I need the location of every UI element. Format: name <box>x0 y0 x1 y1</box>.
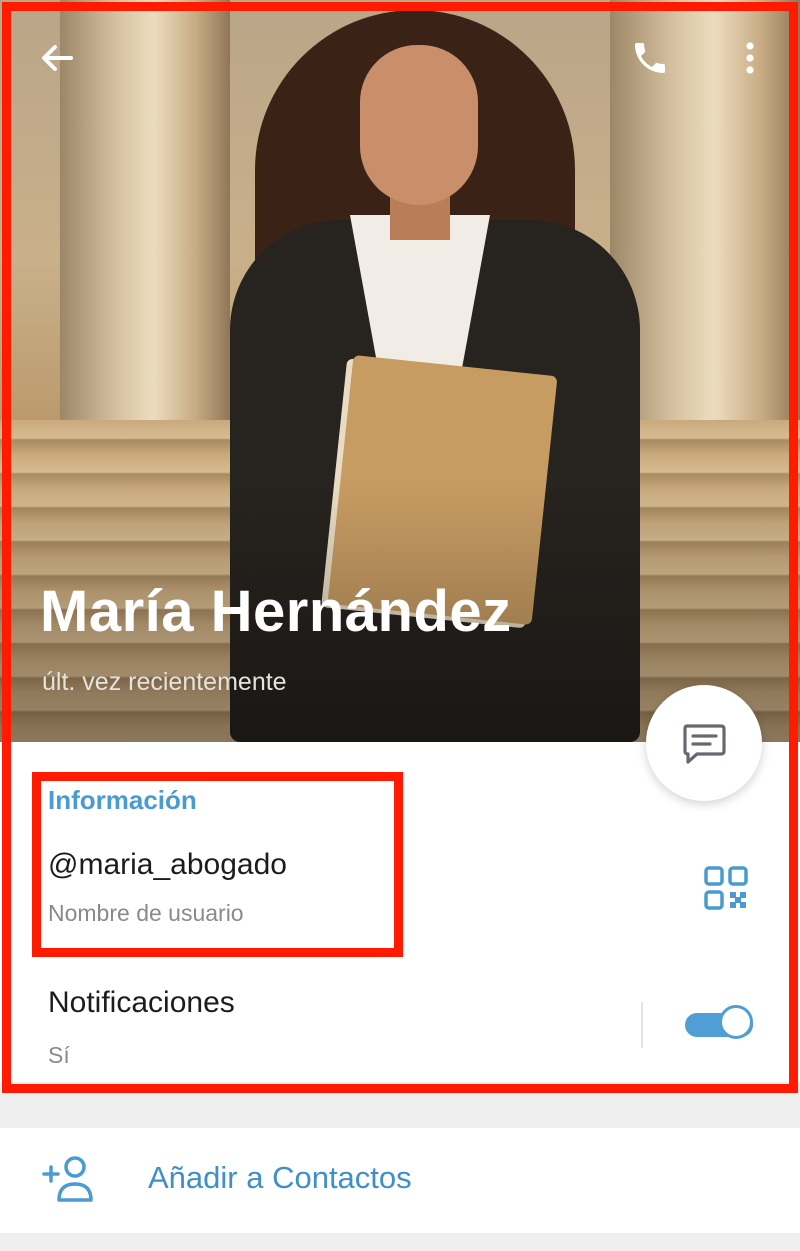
divider <box>641 1002 643 1048</box>
more-options-button[interactable] <box>728 36 772 80</box>
back-button[interactable] <box>35 36 79 80</box>
add-to-contacts-button[interactable]: Añadir a Contactos <box>0 1128 800 1233</box>
notifications-title: Notificaciones <box>48 986 235 1019</box>
last-seen-status: últ. vez recientemente <box>42 668 287 696</box>
add-person-icon <box>42 1156 93 1202</box>
section-separator <box>0 1082 800 1128</box>
call-button[interactable] <box>628 36 672 80</box>
info-section-title: Información <box>48 785 197 815</box>
notifications-row[interactable]: Notificaciones Sí <box>0 970 800 1080</box>
username-value[interactable]: @maria_abogado <box>48 848 287 882</box>
background-column <box>60 0 230 470</box>
arrow-left-icon <box>42 45 73 71</box>
notifications-value: Sí <box>48 1042 70 1068</box>
phone-icon <box>635 43 665 73</box>
qr-code-button[interactable] <box>700 862 752 914</box>
profile-name: María Hernández <box>40 579 512 644</box>
qr-code-icon <box>704 866 748 910</box>
message-icon <box>683 724 726 764</box>
send-message-button[interactable] <box>646 685 762 801</box>
notifications-toggle[interactable] <box>685 1005 757 1045</box>
username-label: Nombre de usuario <box>48 900 244 926</box>
bottom-separator <box>0 1233 800 1251</box>
add-to-contacts-label: Añadir a Contactos <box>148 1160 412 1195</box>
more-vertical-icon <box>746 42 754 74</box>
toggle-knob <box>719 1005 753 1039</box>
